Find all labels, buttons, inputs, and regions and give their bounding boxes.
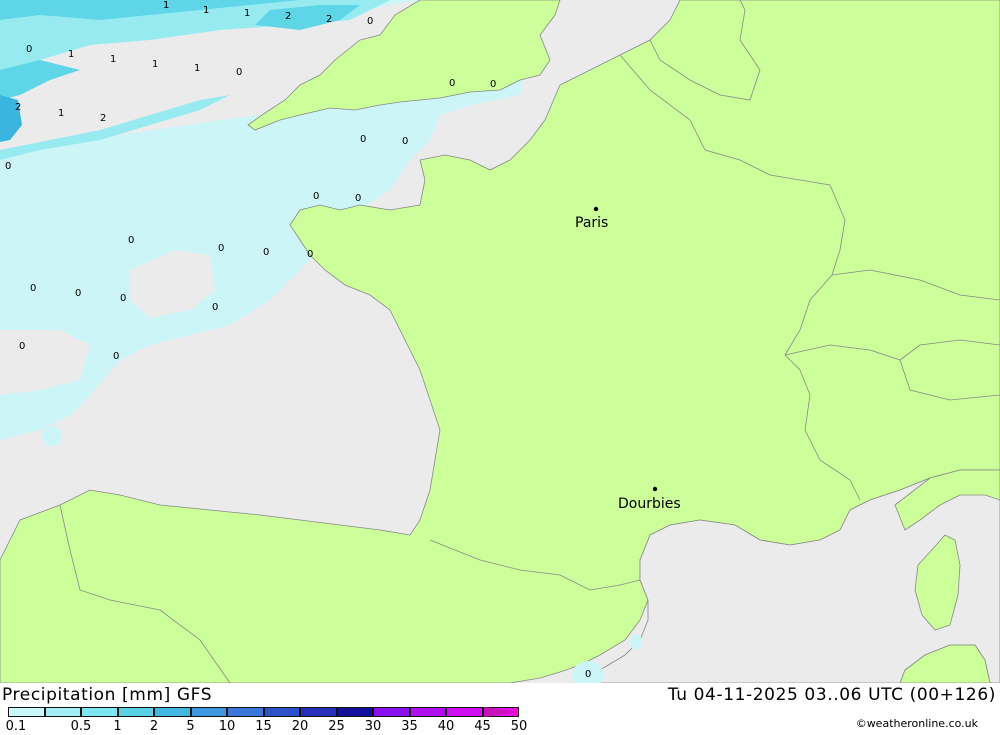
precip-value: 0 xyxy=(313,191,319,202)
city-marker xyxy=(593,206,599,212)
precip-value: 0 xyxy=(585,669,591,680)
legend-tick-label: 45 xyxy=(474,719,491,734)
precip-value: 1 xyxy=(194,63,200,74)
precip-value: 0 xyxy=(120,293,126,304)
legend-swatch xyxy=(409,707,446,717)
legend-swatch xyxy=(263,707,300,717)
legend-tick-label: 50 xyxy=(510,719,528,734)
precip-value: 0 xyxy=(212,302,218,313)
legend-tick-label: 0.5 xyxy=(70,719,92,734)
legend-swatch xyxy=(300,707,337,717)
precip-value: 0 xyxy=(75,288,81,299)
legend-tick-label: 2 xyxy=(149,719,159,734)
legend-swatch xyxy=(154,707,191,717)
legend-tick-label: 0.1 xyxy=(5,719,27,734)
forecast-timestamp: Tu 04-11-2025 03..06 UTC (00+126) xyxy=(667,685,996,705)
precip-value: 2 xyxy=(285,11,291,22)
legend-tick-label: 25 xyxy=(328,719,345,734)
legend-swatch xyxy=(190,707,227,717)
legend-tick-label: 15 xyxy=(255,719,272,734)
legend-swatch xyxy=(336,707,373,717)
precip-value: 0 xyxy=(367,16,373,27)
precip-value: 0 xyxy=(128,235,134,246)
legend-tick-label: 5 xyxy=(186,719,195,734)
precip-value: 0 xyxy=(5,161,11,172)
city-marker xyxy=(652,486,658,492)
precip-value: 2 xyxy=(326,14,332,25)
precip-value: 0 xyxy=(355,193,361,204)
legend-swatch xyxy=(117,707,154,717)
legend-tick-label: 10 xyxy=(218,719,236,734)
precip-value: 0 xyxy=(19,341,25,352)
city-label-dourbies: Dourbies xyxy=(618,496,681,512)
precip-value: 0 xyxy=(26,44,32,55)
precip-value: 0 xyxy=(263,247,269,258)
precip-med-2 xyxy=(630,634,642,650)
precip-blob xyxy=(42,426,62,446)
legend-arrow xyxy=(484,707,520,717)
precip-value: 0 xyxy=(218,243,224,254)
legend-swatch xyxy=(44,707,81,717)
legend-swatch xyxy=(446,707,483,717)
precip-value: 1 xyxy=(163,0,169,11)
precip-value: 1 xyxy=(152,59,158,70)
precip-value: 0 xyxy=(236,67,242,78)
precip-value: 2 xyxy=(100,113,106,124)
precip-value: 0 xyxy=(360,134,366,145)
precip-value: 2 xyxy=(15,102,21,113)
legend-swatch xyxy=(227,707,264,717)
precip-value: 0 xyxy=(307,249,313,260)
legend-swatch xyxy=(81,707,118,717)
precip-value: 0 xyxy=(490,79,496,90)
precip-value: 0 xyxy=(449,78,455,89)
precip-value: 1 xyxy=(58,108,64,119)
precip-value: 1 xyxy=(68,49,74,60)
precip-value: 1 xyxy=(203,5,209,16)
legend-tick-label: 20 xyxy=(291,719,309,734)
precip-value: 0 xyxy=(113,351,119,362)
legend-swatch xyxy=(8,707,45,717)
legend-tick-label: 1 xyxy=(113,719,122,734)
precip-value: 1 xyxy=(244,8,250,19)
legend-tick-label: 35 xyxy=(401,719,418,734)
credit-link[interactable]: ©weatheronline.co.uk xyxy=(856,717,978,730)
legend-tick-label: 40 xyxy=(437,719,455,734)
legend-swatch xyxy=(373,707,410,717)
map-footer: Precipitation [mm] GFS Tu 04-11-2025 03.… xyxy=(0,683,1000,734)
map-canvas: 1 1 1 2 2 0 0 1 1 1 1 0 2 1 2 0 0 0 0 0 … xyxy=(0,0,1000,683)
city-label-paris: Paris xyxy=(575,215,608,231)
map-title: Precipitation [mm] GFS xyxy=(2,685,213,705)
precip-value: 0 xyxy=(30,283,36,294)
precip-value: 1 xyxy=(110,54,116,65)
precipitation-map: 1 1 1 2 2 0 0 1 1 1 1 0 2 1 2 0 0 0 0 0 … xyxy=(0,0,1000,683)
precip-value: 0 xyxy=(402,136,408,147)
legend-tick-label: 30 xyxy=(364,719,382,734)
legend-colorbar xyxy=(8,707,519,719)
